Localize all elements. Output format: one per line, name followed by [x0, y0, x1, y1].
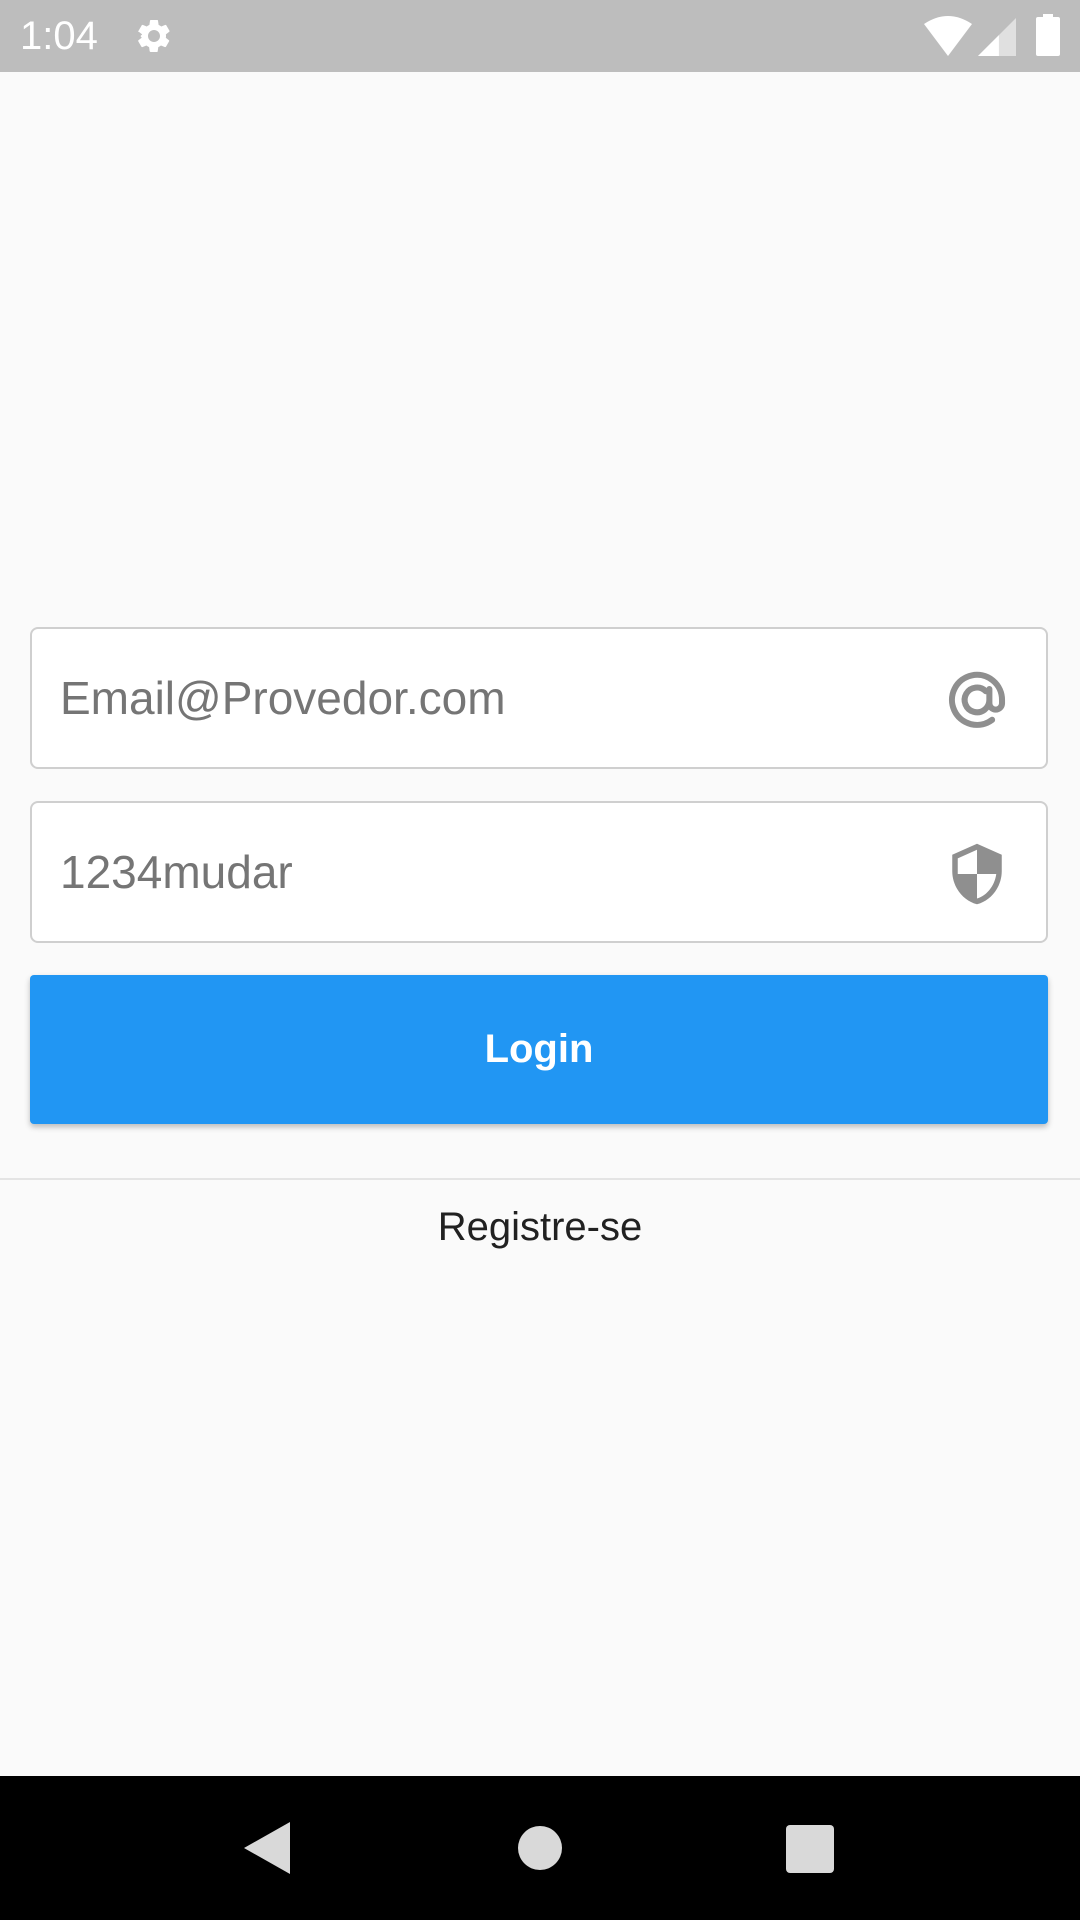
battery-icon — [1036, 14, 1060, 56]
status-time: 1:04 — [20, 14, 98, 58]
gear-icon — [137, 19, 170, 52]
login-button[interactable]: Login — [30, 975, 1048, 1124]
shield-icon — [952, 843, 1002, 905]
email-field[interactable] — [30, 627, 1048, 769]
register-button[interactable]: Registre-se — [0, 1194, 1080, 1260]
wifi-icon — [924, 16, 972, 56]
login-button-label: Login — [484, 1027, 594, 1071]
at-sign-icon — [948, 671, 1006, 728]
password-input[interactable] — [60, 803, 920, 941]
home-icon[interactable] — [518, 1826, 562, 1870]
divider — [0, 1178, 1080, 1180]
back-icon[interactable] — [244, 1822, 290, 1874]
signal-icon — [978, 18, 1016, 56]
status-bar: 1:04 — [0, 0, 1080, 72]
register-label: Registre-se — [437, 1204, 643, 1249]
password-field[interactable] — [30, 801, 1048, 943]
recents-icon[interactable] — [786, 1825, 834, 1873]
email-input[interactable] — [60, 629, 920, 767]
